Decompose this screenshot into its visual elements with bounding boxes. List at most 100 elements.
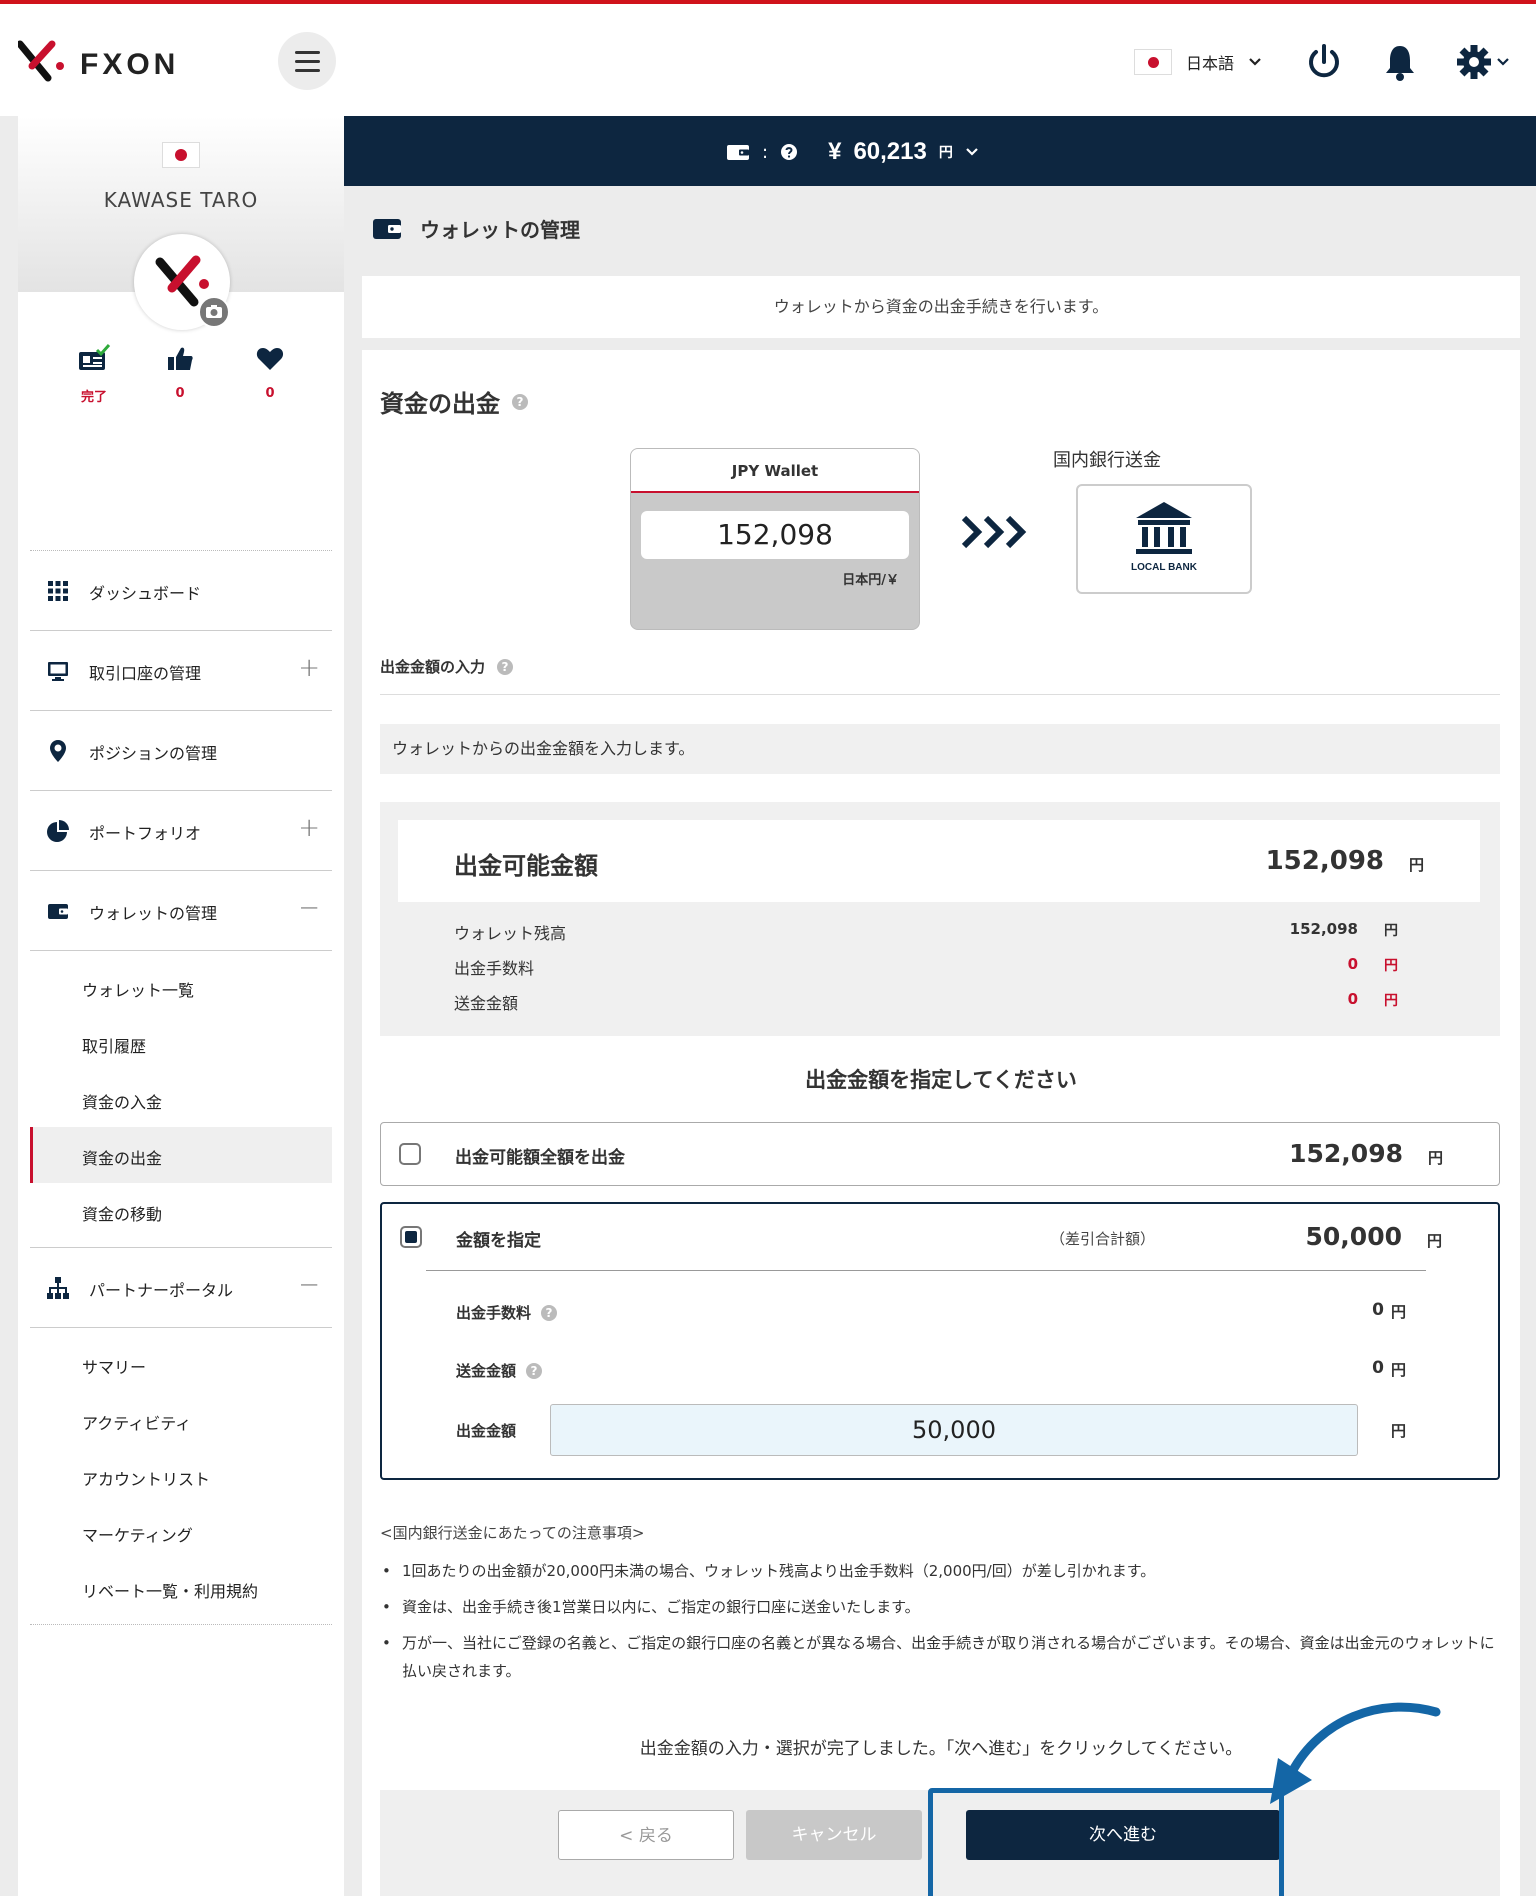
stat-verification[interactable]: 完了 <box>54 344 134 405</box>
camera-icon[interactable] <box>198 296 230 328</box>
transfer-label: 送金金額 <box>456 1362 517 1380</box>
fee-value: 0 <box>1372 1300 1384 1320</box>
submenu-label: アカウントリスト <box>82 1470 211 1489</box>
fee-label: 出金手数料 <box>456 1304 532 1322</box>
available-amount-panel: 出金可能金額 152,098 円 ウォレット残高 152,098 円 出金手数料… <box>380 802 1500 1036</box>
cancel-button[interactable]: キャンセル <box>746 1810 922 1860</box>
balance-separator: : <box>762 141 769 163</box>
sidebar-item-wallet[interactable]: ウォレットの管理 − <box>30 870 332 950</box>
sidebar-nav: ダッシュボード 取引口座の管理 + ポジションの管理 ポートフォリオ + ウォレ… <box>30 550 332 1625</box>
withdraw-title-row: 資金の出金 ? <box>380 384 528 419</box>
page-header: ウォレットの管理 <box>372 214 580 243</box>
balance-bar: : ¥ 60,213 円 <box>344 116 1536 186</box>
brand-text: FXON <box>80 48 179 81</box>
menu-toggle-button[interactable] <box>278 32 336 90</box>
notes-heading: <国内銀行送金にあたっての注意事項> <box>380 1524 645 1542</box>
profile-stats: 完了 0 0 <box>18 344 344 454</box>
language-selector[interactable]: 日本語 <box>1134 48 1262 76</box>
available-unit: 円 <box>1408 856 1424 874</box>
help-icon[interactable] <box>780 143 798 161</box>
chevron-down-icon <box>966 148 978 156</box>
row-unit: 円 <box>1384 958 1398 974</box>
stat-favorites[interactable]: 0 <box>230 344 310 401</box>
id-card-check-icon <box>79 344 111 370</box>
submenu-deposit[interactable]: 資金の入金 <box>30 1071 332 1127</box>
input-section-heading: 出金金額の入力 ? <box>380 656 514 677</box>
sidebar-item-positions[interactable]: ポジションの管理 <box>30 710 332 790</box>
option-value: 50,000 <box>1305 1222 1402 1251</box>
sidebar-item-partner-portal[interactable]: パートナーポータル − <box>30 1247 332 1327</box>
submenu-summary[interactable]: サマリー <box>30 1336 332 1392</box>
row-transfer-fee: 送金金額 0 円 <box>454 990 1454 1014</box>
submenu-rebate-list[interactable]: リベート一覧・利用規約 <box>30 1560 332 1616</box>
available-title: 出金可能金額 <box>454 852 598 880</box>
sidebar-item-accounts[interactable]: 取引口座の管理 + <box>30 630 332 710</box>
checkbox-withdraw-all[interactable] <box>399 1143 421 1165</box>
submenu-label: 資金の出金 <box>82 1149 163 1168</box>
wallet-submenu: ウォレット一覧 取引履歴 資金の入金 資金の出金 資金の移動 <box>30 950 332 1247</box>
fee-row-label: 出金手数料 ? <box>456 1302 558 1323</box>
submenu-label: マーケティング <box>82 1526 193 1545</box>
sidebar-item-portfolio[interactable]: ポートフォリオ + <box>30 790 332 870</box>
monitor-icon <box>48 662 68 681</box>
grid-icon <box>48 581 68 601</box>
submenu-transfer[interactable]: 資金の移動 <box>30 1183 332 1239</box>
withdraw-amount-input[interactable] <box>550 1404 1358 1456</box>
language-label: 日本語 <box>1186 54 1235 73</box>
stat-likes[interactable]: 0 <box>140 344 220 401</box>
wallet-balance: 152,098 <box>641 511 909 559</box>
callout-arrow-icon <box>1270 1702 1441 1804</box>
back-button[interactable]: < 戻る <box>558 1810 734 1860</box>
submenu-account-list[interactable]: アカウントリスト <box>30 1448 332 1504</box>
submenu-wallet-list[interactable]: ウォレット一覧 <box>30 959 332 1015</box>
fee-unit: 円 <box>1390 1303 1406 1321</box>
help-icon[interactable]: ? <box>497 658 514 675</box>
submenu-withdraw[interactable]: 資金の出金 <box>30 1127 332 1183</box>
help-icon[interactable]: ? <box>512 393 528 410</box>
transfer-row-label: 送金金額 ? <box>456 1360 543 1381</box>
fxon-logo[interactable]: FXON <box>18 40 238 84</box>
checkbox-specify-amount[interactable] <box>400 1226 422 1248</box>
help-icon[interactable]: ? <box>526 1362 543 1379</box>
list-item: 資金は、出金手続き後1営業日以内に、ご指定の銀行口座に送金いたします。 <box>380 1593 1500 1621</box>
bell-icon[interactable] <box>1380 42 1420 82</box>
balance-selector[interactable]: : ¥ 60,213 円 <box>726 138 979 166</box>
destination-label: 国内銀行送金 <box>1053 450 1161 471</box>
heart-icon <box>256 348 284 370</box>
help-icon[interactable]: ? <box>541 1304 558 1321</box>
collapse-icon[interactable]: − <box>298 1270 320 1300</box>
option-withdraw-all[interactable]: 出金可能額全額を出金 152,098 円 <box>380 1122 1500 1186</box>
available-value: 152,098 <box>1265 846 1384 876</box>
row-value: 0 <box>1347 990 1358 1008</box>
power-icon[interactable] <box>1304 42 1344 82</box>
wallet-icon <box>727 145 749 160</box>
partner-submenu: サマリー アクティビティ アカウントリスト マーケティング リベート一覧・利用規… <box>30 1327 332 1624</box>
balance-unit: 円 <box>938 145 953 161</box>
option-specify-amount[interactable]: 金額を指定 （差引合計額） 50,000 円 出金手数料 ? 0 円 送金金額 … <box>380 1202 1500 1480</box>
row-label: 出金手数料 <box>454 959 535 978</box>
submenu-label: 資金の入金 <box>82 1093 163 1112</box>
chevron-down-icon <box>1249 58 1261 66</box>
row-wallet-balance: ウォレット残高 152,098 円 <box>454 920 1454 944</box>
submenu-activity[interactable]: アクティビティ <box>30 1392 332 1448</box>
withdraw-title: 資金の出金 <box>380 390 500 418</box>
expand-icon[interactable]: + <box>298 653 320 683</box>
page-title: ウォレットの管理 <box>420 218 580 242</box>
sidebar-item-label: ポジションの管理 <box>89 744 218 763</box>
collapse-icon[interactable]: − <box>298 893 320 923</box>
stat-favorites-value: 0 <box>265 386 275 401</box>
list-item: 万が一、当社にご登録の名義と、ご指定の銀行口座の名義とが異なる場合、出金手続きが… <box>380 1629 1500 1685</box>
sidebar-item-dashboard[interactable]: ダッシュボード <box>30 550 332 630</box>
destination-local-bank[interactable]: LOCAL BANK <box>1076 484 1252 594</box>
sidebar-item-label: ポートフォリオ <box>89 824 202 843</box>
sidebar-item-label: ウォレットの管理 <box>89 904 218 923</box>
submenu-transaction-history[interactable]: 取引履歴 <box>30 1015 332 1071</box>
settings-gear-icon[interactable] <box>1456 42 1512 82</box>
submenu-label: サマリー <box>82 1358 147 1377</box>
submenu-marketing[interactable]: マーケティング <box>30 1504 332 1560</box>
input-note: ウォレットからの出金金額を入力します。 <box>380 724 1500 774</box>
map-pin-icon <box>50 740 66 762</box>
expand-icon[interactable]: + <box>298 813 320 843</box>
next-button-highlight <box>928 1788 1284 1896</box>
sitemap-icon <box>47 1277 69 1299</box>
